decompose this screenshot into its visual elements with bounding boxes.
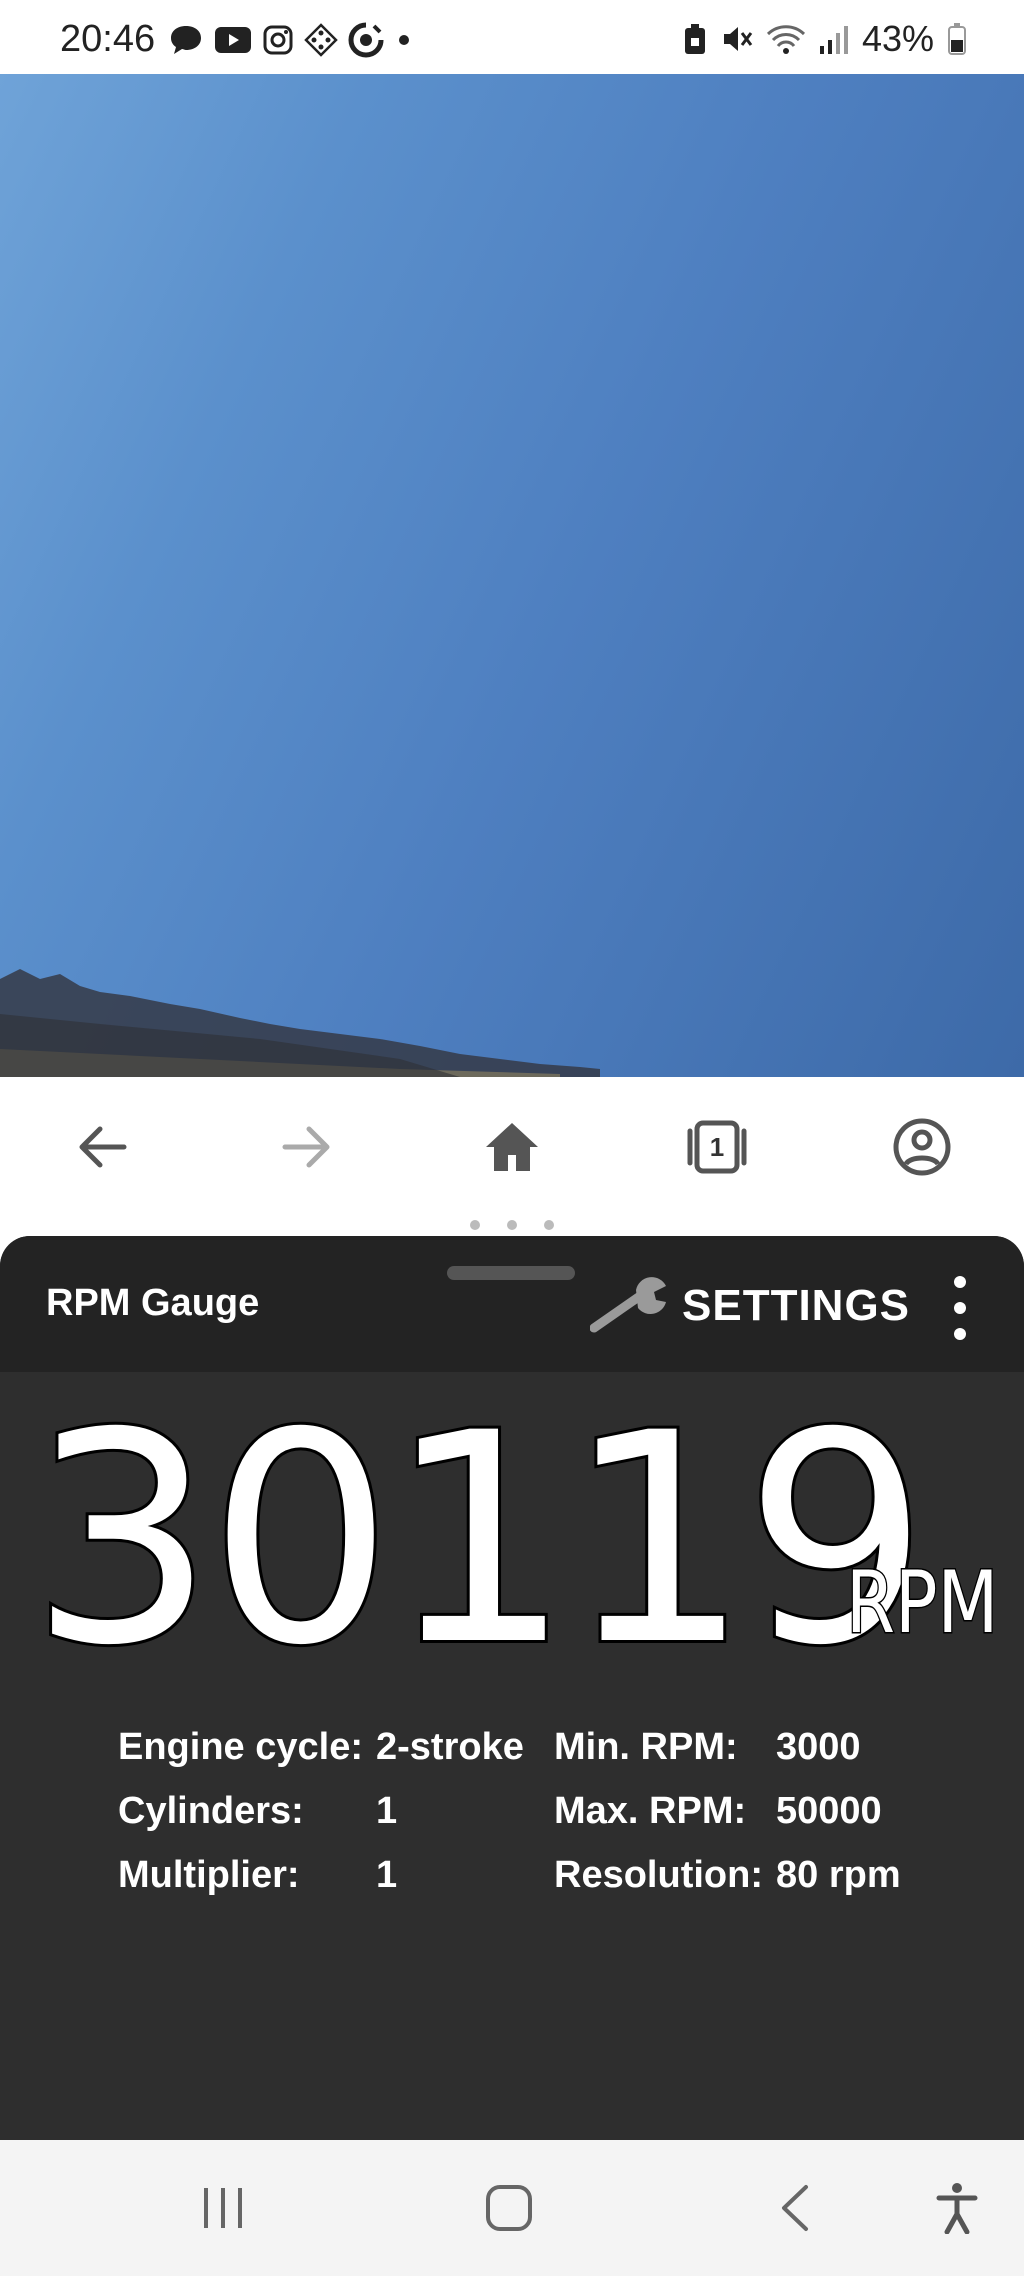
home-icon [486,1123,538,1171]
forward-arrow-icon [282,1126,330,1168]
dial-icon [348,22,384,58]
status-time: 20:46 [60,18,156,60]
rpm-unit: RPM [845,1553,1000,1653]
tabs-button[interactable]: 1 [677,1107,757,1187]
status-bar: 20:46 43% [0,0,1024,74]
wifi-icon [766,25,805,54]
drag-handle[interactable] [447,1266,575,1280]
accessibility-icon [936,2183,978,2234]
stat-value: 50000 [776,1790,882,1832]
lock-battery-icon [684,24,705,54]
game-controller-icon [304,23,338,57]
recent-apps-button[interactable] [188,2178,258,2238]
stat-label: Multiplier: [118,1854,300,1896]
stat-label: Resolution: [554,1854,763,1896]
app-toolbar: RPM Gauge SETTINGS [0,1236,1024,1372]
recent-apps-icon [204,2188,242,2228]
stat-label: Cylinders: [118,1790,304,1832]
notification-icons [168,22,414,58]
settings-button[interactable]: SETTINGS [590,1270,910,1342]
home-nav-button[interactable] [472,1107,552,1187]
stat-label: Min. RPM: [554,1726,738,1768]
chat-bubble-icon [171,26,201,54]
rpm-readout: 30119 [27,1372,932,1709]
stat-label: Engine cycle: [118,1726,363,1768]
mute-icon [723,27,753,51]
app-title: RPM Gauge [46,1282,260,1324]
tab-count: 1 [709,1131,725,1162]
home-system-button[interactable] [474,2178,544,2238]
stat-value: 2-stroke [376,1726,524,1768]
back-system-button[interactable] [760,2178,830,2238]
system-navigation-bar [0,2140,1024,2276]
settings-label: SETTINGS [682,1281,911,1330]
system-status-icons: 43% [682,18,968,60]
split-handle[interactable] [470,1214,554,1236]
browser-toolbar: 1 [0,1077,1024,1213]
rpm-gauge-app: RPM Gauge SETTINGS 30119 RPM Engine cycl… [0,1236,1024,2140]
stat-value: 1 [376,1854,398,1896]
wrench-icon [590,1277,666,1333]
stat-label: Max. RPM: [554,1790,747,1832]
stat-value: 80 rpm [776,1854,901,1896]
forward-button[interactable] [267,1107,347,1187]
back-arrow-icon [79,1126,127,1168]
youtube-icon [215,27,251,53]
signal-icon [819,26,848,54]
account-button[interactable] [882,1107,962,1187]
stat-value: 3000 [776,1726,861,1768]
dot-icon [399,35,409,45]
battery-icon [948,23,966,55]
instagram-icon [263,25,293,55]
home-button-icon [486,2185,532,2231]
battery-percent: 43% [861,18,934,59]
treeline-image [0,969,600,1077]
back-button[interactable] [62,1107,142,1187]
back-icon [782,2185,808,2231]
account-icon [893,1118,951,1176]
stat-value: 1 [376,1790,398,1832]
camera-preview [0,74,1024,1077]
accessibility-button[interactable] [922,2178,992,2238]
overflow-menu-button[interactable] [940,1276,980,1340]
